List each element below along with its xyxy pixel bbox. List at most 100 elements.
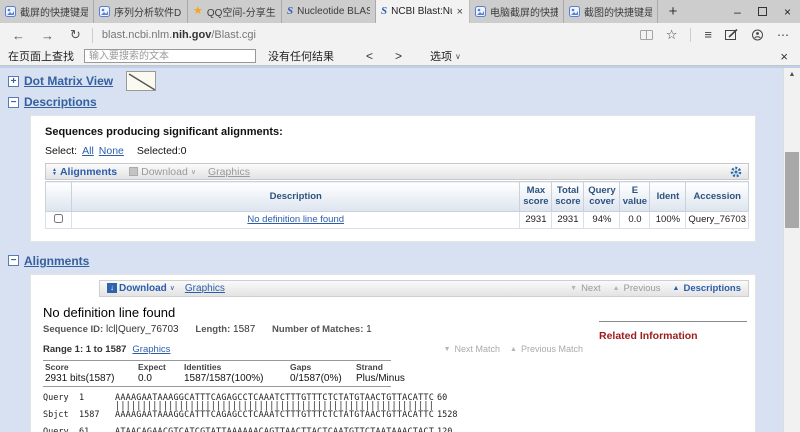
browser-window: 截屏的快捷键是什么 序列分析软件DNAMA ★ QQ空间-分享生活，留 S Nu… — [0, 0, 800, 432]
select-none-link[interactable]: None — [99, 145, 124, 157]
dot-matrix-view-link[interactable]: Dot Matrix View — [24, 74, 113, 88]
download-button-disabled[interactable]: Download — [141, 166, 188, 178]
back-icon[interactable]: ← — [12, 28, 25, 43]
checkbox-column-header — [45, 181, 72, 212]
settings-gear-icon[interactable] — [730, 166, 742, 178]
dot-matrix-section-header: + Dot Matrix View — [8, 71, 800, 91]
find-label: 在页面上查找 — [8, 51, 74, 63]
table-header-row: Description Max score Total score Query … — [45, 181, 749, 212]
descriptions-toolbar: ▲ ▼ Alignments Download ∨ Graphics — [45, 163, 749, 180]
alignments-table: Description Max score Total score Query … — [45, 181, 749, 229]
alignment-block: Query61ATAACAGAACGTCATCGTATTAAAAAACAGTTA… — [43, 428, 755, 432]
range-label: Range 1: 1 to 1587 — [43, 343, 127, 355]
graphics-button-disabled[interactable]: Graphics — [208, 166, 250, 178]
scrollbar-thumb[interactable] — [785, 152, 799, 228]
expand-icon[interactable]: + — [8, 75, 19, 87]
sequence-id-label: Sequence ID: — [43, 323, 104, 335]
down-triangle-icon: ▼ — [570, 284, 578, 292]
score-header: Score — [45, 361, 69, 372]
tab-title: 截图的快捷键是什么- — [584, 8, 652, 19]
forward-icon[interactable]: → — [41, 28, 54, 43]
tab-capture-shortcut[interactable]: 截图的快捷键是什么- — [564, 0, 658, 23]
alignment-detail: No definition line found Sequence ID: lc… — [31, 297, 755, 432]
length-label: Length: — [195, 323, 231, 335]
url-field[interactable]: blast.ncbi.nlm.nih.gov/Blast.cgi — [102, 29, 256, 41]
score-table: Score Expect Identities Gaps Strand 2931… — [43, 359, 405, 387]
favorites-star-icon[interactable]: ☆ — [666, 28, 678, 41]
collapse-icon[interactable]: − — [8, 96, 19, 108]
descriptions-link[interactable]: Descriptions — [24, 95, 97, 109]
close-button[interactable]: × — [775, 0, 800, 23]
up-triangle-icon: ▲ — [612, 284, 620, 292]
select-all-link[interactable]: All — [82, 145, 94, 157]
window-controls: – × — [725, 0, 800, 23]
page-scrollbar[interactable]: ▲ — [783, 68, 800, 432]
descriptions-heading: Sequences producing significant alignmen… — [45, 126, 283, 138]
ident-header[interactable]: Ident — [649, 181, 687, 212]
collapse-icon[interactable]: − — [8, 255, 19, 267]
next-button-disabled[interactable]: Next — [581, 283, 601, 294]
chevron-down-icon: ∨ — [190, 168, 196, 176]
maximize-icon — [758, 7, 767, 16]
range-row: Range 1: 1 to 1587 Graphics ▼ Next Match… — [43, 344, 583, 355]
query-cover-value: 94% — [583, 210, 621, 229]
max-score-header[interactable]: Max score — [519, 181, 553, 212]
hub-icon[interactable]: ≡ — [704, 28, 712, 41]
dot-matrix-thumbnail[interactable] — [126, 71, 157, 91]
find-next-icon[interactable]: > — [395, 49, 402, 63]
alignments-link[interactable]: Alignments — [24, 254, 89, 268]
length-value: 1587 — [233, 323, 256, 335]
download-button[interactable]: Download — [119, 283, 167, 294]
tab-dnaman[interactable]: 序列分析软件DNAMA — [94, 0, 188, 23]
e-value-header[interactable]: E value — [619, 181, 651, 212]
tab-title: Nucleotide BLAST: Ali — [297, 6, 370, 17]
reading-view-icon[interactable] — [639, 29, 653, 41]
tab-ncbi-blast-active[interactable]: S NCBI Blast:Nucleot × — [376, 0, 470, 23]
scroll-up-icon[interactable]: ▲ — [784, 68, 800, 78]
down-triangle-icon: ▼ — [443, 345, 451, 353]
sort-arrows-icon: ▲ ▼ — [52, 166, 57, 177]
e-value-value: 0.0 — [619, 210, 651, 229]
previous-match-disabled[interactable]: Previous Match — [521, 344, 583, 354]
descriptions-jump-button[interactable]: Descriptions — [683, 283, 741, 294]
tab-pc-screenshot[interactable]: 电脑截屏的快捷键是什 — [470, 0, 564, 23]
select-row: Select: All None Selected:0 — [45, 145, 749, 157]
qzone-star-icon: ★ — [193, 5, 203, 17]
web-note-icon[interactable] — [725, 29, 738, 41]
find-previous-icon[interactable]: < — [366, 49, 373, 63]
identities-value: 1587/1587(100%) — [184, 372, 264, 384]
match-nav: ▼ Next Match ▲ Previous Match — [444, 344, 583, 354]
page-favicon-icon — [569, 6, 580, 17]
tab-title: 截屏的快捷键是什么 — [20, 8, 88, 19]
address-bar-actions: ☆ ≡ ⋯ — [639, 28, 790, 42]
share-icon[interactable] — [751, 29, 764, 41]
range-graphics-link[interactable]: Graphics — [132, 344, 170, 355]
previous-button-disabled[interactable]: Previous — [624, 283, 661, 294]
tab-qzone[interactable]: ★ QQ空间-分享生活，留 — [188, 0, 282, 23]
description-header[interactable]: Description — [70, 181, 521, 212]
alignments-toolbar-button[interactable]: Alignments — [60, 166, 117, 178]
minimize-button[interactable]: – — [725, 0, 750, 23]
download-disk-icon — [129, 167, 139, 176]
refresh-icon[interactable]: ↻ — [70, 27, 81, 43]
next-match-disabled[interactable]: Next Match — [455, 344, 501, 354]
query-cover-header[interactable]: Query cover — [583, 181, 621, 212]
row-checkbox[interactable] — [54, 213, 63, 223]
tab-close-icon[interactable]: × — [456, 6, 464, 18]
max-score-value: 2931 — [519, 210, 553, 229]
subject-sequence: AAAAGAATAAAGGCATTTCAGAGCCTCAAATCTTTGTTTC… — [115, 409, 435, 420]
more-actions-icon[interactable]: ⋯ — [777, 29, 790, 41]
expect-header: Expect — [138, 361, 166, 372]
tab-screenshot-shortcut[interactable]: 截屏的快捷键是什么 — [0, 0, 94, 23]
maximize-button[interactable] — [750, 0, 775, 23]
new-tab-button[interactable]: + — [658, 0, 688, 23]
tab-nucleotide-blast[interactable]: S Nucleotide BLAST: Ali — [282, 0, 376, 23]
accession-header[interactable]: Accession — [685, 181, 749, 212]
find-input[interactable] — [84, 49, 256, 63]
total-score-header[interactable]: Total score — [551, 181, 585, 212]
hit-description-link[interactable]: No definition line found — [247, 214, 344, 225]
graphics-button[interactable]: Graphics — [185, 283, 225, 294]
alignment-nav: ▼ Next ▲ Previous ▲ Descriptions — [570, 283, 741, 294]
find-close-icon[interactable]: × — [780, 49, 788, 64]
find-options-button[interactable]: 选项 ∨ — [430, 48, 461, 64]
